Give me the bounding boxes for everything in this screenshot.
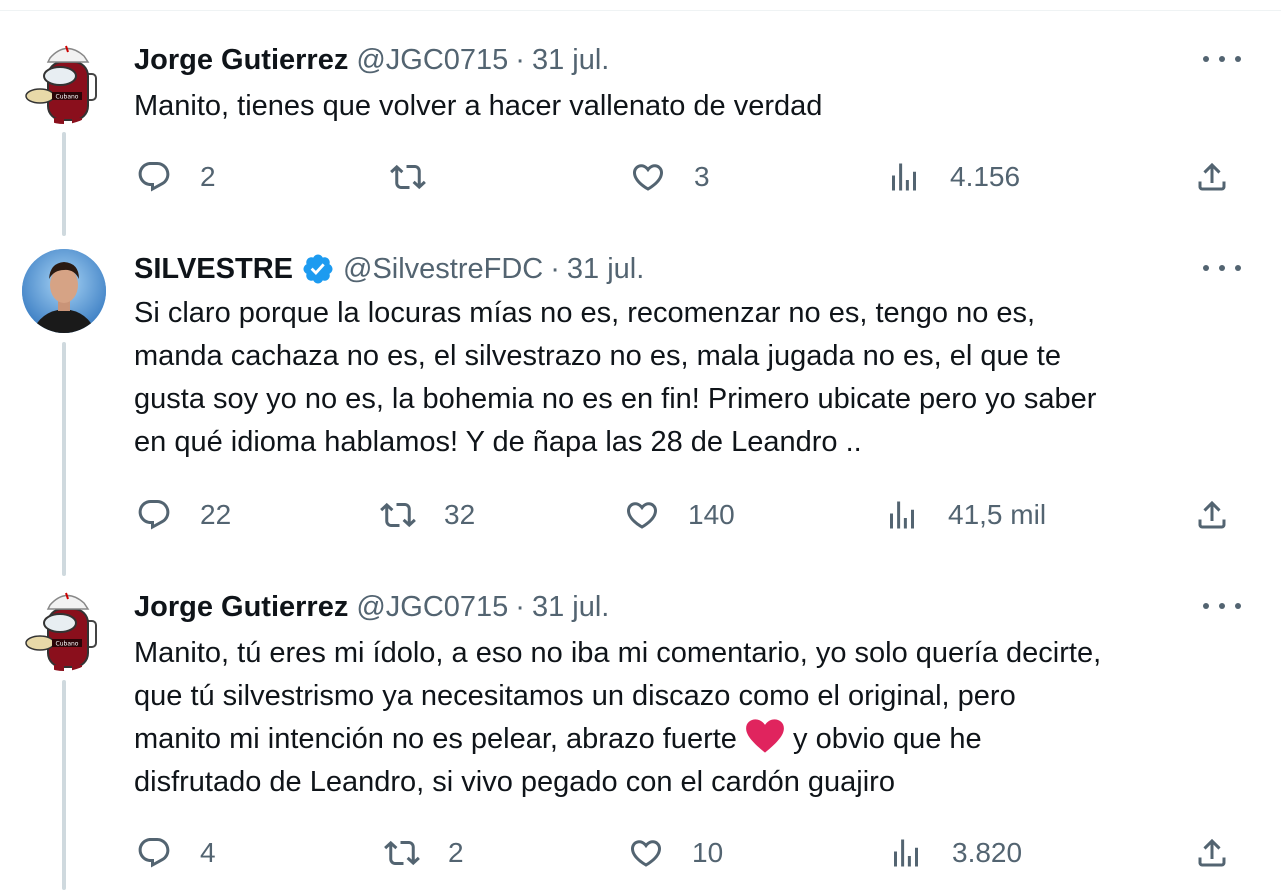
views-count: 41,5 mil bbox=[948, 499, 1047, 530]
text-line: manito mi intención no es pelear, abrazo… bbox=[134, 723, 745, 755]
retweet-button[interactable]: 32 bbox=[380, 493, 475, 537]
avatar[interactable] bbox=[22, 249, 106, 333]
retweet-button[interactable]: 2 bbox=[384, 831, 464, 875]
retweet-icon bbox=[380, 502, 416, 528]
profile-photo-icon bbox=[22, 249, 106, 333]
more-options-button[interactable] bbox=[1200, 591, 1244, 621]
heart-outline-icon bbox=[632, 164, 664, 191]
reply-count: 2 bbox=[200, 161, 216, 192]
svg-text:Cubano: Cubano bbox=[56, 94, 79, 101]
tweet-text: Manito, tienes que volver a hacer vallen… bbox=[134, 90, 823, 122]
author-handle[interactable]: @JGC0715 bbox=[356, 44, 508, 77]
author-name[interactable]: Jorge Gutierrez bbox=[134, 591, 348, 624]
more-options-button[interactable] bbox=[1200, 253, 1244, 283]
views-button[interactable]: 3.820 bbox=[888, 831, 1022, 875]
top-divider bbox=[0, 10, 1281, 11]
bar-chart-icon bbox=[890, 501, 914, 529]
speech-bubble-icon bbox=[138, 500, 170, 530]
tweet-header: Jorge Gutierrez @JGC0715 · 31 jul. bbox=[134, 40, 609, 80]
separator-dot: · bbox=[550, 252, 560, 285]
separator-dot: · bbox=[515, 590, 525, 623]
like-button[interactable]: 10 bbox=[628, 831, 723, 875]
retweet-icon bbox=[384, 840, 420, 866]
text-line: Manito, tú eres mi ídolo, a eso no iba m… bbox=[134, 637, 1102, 669]
views-button[interactable]: 41,5 mil bbox=[884, 493, 1046, 537]
tweet-header: Jorge Gutierrez @JGC0715 · 31 jul. bbox=[134, 587, 609, 627]
text-line: disfrutado de Leandro, si vivo pegado co… bbox=[134, 766, 895, 798]
tweet-date[interactable]: 31 jul. bbox=[567, 253, 644, 286]
tweet-text: Si claro porque la locuras mías no es, r… bbox=[134, 297, 1097, 458]
reply-count: 22 bbox=[200, 499, 232, 530]
heart-outline-icon bbox=[630, 840, 662, 867]
among-us-avatar-icon: Cubano bbox=[25, 45, 97, 124]
share-button[interactable] bbox=[1194, 155, 1230, 199]
reply-button[interactable]: 4 bbox=[136, 831, 216, 875]
dot-icon bbox=[1235, 265, 1241, 271]
bar-chart-icon bbox=[892, 163, 916, 191]
tweet-date[interactable]: 31 jul. bbox=[532, 591, 609, 624]
dot-icon bbox=[1235, 56, 1241, 62]
views-count: 3.820 bbox=[952, 837, 1023, 868]
author-name[interactable]: Jorge Gutierrez bbox=[134, 44, 348, 77]
red-heart-emoji-icon bbox=[746, 719, 784, 753]
like-count: 140 bbox=[688, 499, 735, 530]
share-button[interactable] bbox=[1194, 493, 1230, 537]
retweet-icon bbox=[390, 164, 426, 190]
dot-icon bbox=[1203, 265, 1209, 271]
reply-button[interactable]: 22 bbox=[136, 493, 231, 537]
tweet[interactable]: Cubano Jorge Gutierrez @JGC0715 · 31 jul… bbox=[0, 587, 1281, 890]
speech-bubble-icon bbox=[138, 838, 170, 868]
reply-button[interactable]: 2 bbox=[136, 155, 216, 199]
tweet-actions: 22 32 140 41,5 mil bbox=[0, 493, 1281, 537]
tweet-header: SILVESTRE @SilvestreFDC · 31 jul. bbox=[134, 249, 644, 289]
author-handle[interactable]: @SilvestreFDC bbox=[343, 253, 543, 286]
like-count: 10 bbox=[692, 837, 724, 868]
tweet-date[interactable]: 31 jul. bbox=[532, 44, 609, 77]
share-upload-icon bbox=[1198, 500, 1226, 529]
text-line: y obvio que he bbox=[784, 723, 982, 755]
like-count: 3 bbox=[694, 161, 710, 192]
separator-dot: · bbox=[515, 43, 525, 76]
dot-icon bbox=[1203, 603, 1209, 609]
svg-text:Cubano: Cubano bbox=[56, 641, 79, 648]
tweet-actions: 2 3 4.156 bbox=[0, 155, 1281, 199]
dot-icon bbox=[1235, 603, 1241, 609]
reply-count: 4 bbox=[200, 837, 216, 868]
tweet[interactable]: Cubano Jorge Gutierrez @JGC0715 · 31 jul… bbox=[0, 40, 1281, 220]
share-button[interactable] bbox=[1194, 831, 1230, 875]
share-upload-icon bbox=[1198, 838, 1226, 867]
tweet-actions: 4 2 10 3.820 bbox=[0, 831, 1281, 875]
verified-badge-icon[interactable] bbox=[301, 252, 335, 286]
dot-icon bbox=[1219, 56, 1225, 62]
speech-bubble-icon bbox=[138, 162, 170, 192]
dot-icon bbox=[1203, 56, 1209, 62]
author-name[interactable]: SILVESTRE bbox=[134, 253, 293, 286]
among-us-avatar-icon: Cubano bbox=[25, 592, 97, 671]
retweet-button[interactable] bbox=[390, 155, 454, 199]
views-button[interactable]: 4.156 bbox=[886, 155, 1020, 199]
tweet[interactable]: SILVESTRE @SilvestreFDC · 31 jul. Si cla… bbox=[0, 249, 1281, 549]
more-options-button[interactable] bbox=[1200, 44, 1244, 74]
text-line: que tú silvestrismo ya necesitamos un di… bbox=[134, 680, 1016, 712]
like-button[interactable]: 140 bbox=[624, 493, 735, 537]
dot-icon bbox=[1219, 603, 1225, 609]
like-button[interactable]: 3 bbox=[630, 155, 710, 199]
heart-outline-icon bbox=[626, 502, 658, 529]
retweet-count: 2 bbox=[448, 837, 464, 868]
tweet-text: Manito, tú eres mi ídolo, a eso no iba m… bbox=[134, 632, 1244, 804]
share-upload-icon bbox=[1198, 162, 1226, 191]
retweet-count: 32 bbox=[444, 499, 476, 530]
author-handle[interactable]: @JGC0715 bbox=[356, 591, 508, 624]
avatar[interactable]: Cubano bbox=[22, 40, 106, 124]
dot-icon bbox=[1219, 265, 1225, 271]
bar-chart-icon bbox=[894, 839, 918, 867]
views-count: 4.156 bbox=[950, 161, 1021, 192]
avatar[interactable]: Cubano bbox=[22, 587, 106, 671]
